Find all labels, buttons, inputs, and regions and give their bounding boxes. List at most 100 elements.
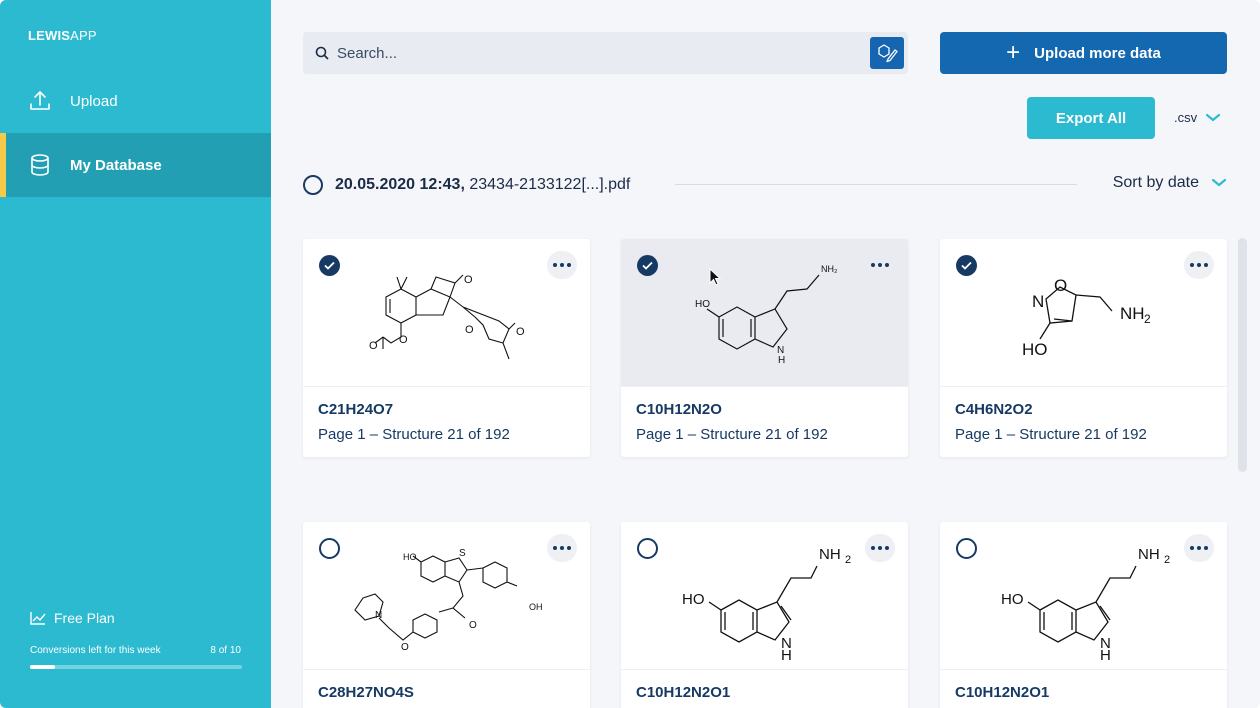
structure-formula: C10H12N2O1 <box>955 684 1050 701</box>
card-divider <box>940 386 1227 387</box>
atom-label: O <box>516 326 525 338</box>
more-options-button[interactable] <box>547 534 577 562</box>
app-logo[interactable]: LEWISAPP <box>28 28 97 43</box>
dot <box>1190 263 1194 267</box>
atom-label: H <box>1100 647 1111 664</box>
divider <box>675 184 1077 185</box>
chart-icon <box>30 612 46 625</box>
check-icon <box>324 261 335 270</box>
card-divider <box>621 386 908 387</box>
search-icon <box>315 46 329 60</box>
dot <box>1197 546 1201 550</box>
atom-label: HO <box>695 299 710 310</box>
dot <box>878 263 882 267</box>
atom-label: NH <box>1120 304 1145 323</box>
atom-label: O <box>401 642 409 653</box>
more-options-button[interactable] <box>547 251 577 279</box>
search-input[interactable] <box>337 32 857 74</box>
upload-more-data-button[interactable]: + Upload more data <box>940 32 1227 74</box>
sidebar-item-upload[interactable]: Upload <box>0 69 271 133</box>
file-timestamp: 20.05.2020 12:43, <box>335 176 465 193</box>
card-divider <box>303 669 590 670</box>
sort-dropdown[interactable]: Sort by date <box>1113 174 1227 192</box>
selected-checkbox[interactable] <box>956 255 977 276</box>
conversions-label: Conversions left for this week <box>30 645 161 656</box>
database-icon <box>31 154 49 176</box>
unselected-radio[interactable] <box>956 538 977 559</box>
structure-card[interactable]: NH 2 HO N H C10H12N2O1 <box>621 522 908 708</box>
dot <box>871 546 875 550</box>
atom-label: O <box>465 324 474 336</box>
atom-label: N <box>1032 292 1044 311</box>
sidebar-item-label: Upload <box>70 92 118 110</box>
dot <box>553 546 557 550</box>
upload-button-label: Upload more data <box>1034 44 1161 62</box>
structure-formula: C10H12N2O1 <box>636 684 731 701</box>
atom-label: HO <box>1022 340 1048 359</box>
unselected-radio[interactable] <box>319 538 340 559</box>
dot <box>1204 263 1208 267</box>
dot <box>560 546 564 550</box>
format-value: .csv <box>1174 110 1198 125</box>
sidebar-item-label: My Database <box>70 156 162 174</box>
format-dropdown[interactable]: .csv <box>1174 110 1221 125</box>
chevron-down-icon <box>1206 113 1221 121</box>
search-bar <box>303 32 908 74</box>
file-name: 20.05.2020 12:43, 23434-2133122[...].pdf <box>335 176 630 194</box>
scrollbar[interactable] <box>1238 238 1247 472</box>
selected-checkbox[interactable] <box>319 255 340 276</box>
structure-thumbnail: NH 2 HO N H <box>940 522 1227 669</box>
file-select-radio[interactable] <box>303 175 323 195</box>
structure-card[interactable]: NH 2 HO N H C10H12N2O1 <box>940 522 1227 708</box>
structure-location: Page 1 – Structure 21 of 192 <box>636 426 828 443</box>
conversions-count: 8 of 10 <box>210 645 241 656</box>
selected-checkbox[interactable] <box>637 255 658 276</box>
dot <box>885 546 889 550</box>
plan-label[interactable]: Free Plan <box>30 610 115 626</box>
mouse-cursor-icon <box>709 268 722 286</box>
more-options-button[interactable] <box>865 251 895 279</box>
atom-label: NH <box>1138 546 1160 563</box>
structure-formula: C10H12N2O <box>636 401 722 418</box>
export-all-button[interactable]: Export All <box>1027 97 1155 139</box>
card-divider <box>303 386 590 387</box>
atom-label: H <box>781 647 792 664</box>
atom-label: N <box>375 610 382 621</box>
structure-location: Page 1 – Structure 21 of 192 <box>318 426 510 443</box>
atom-label: O <box>464 274 473 286</box>
logo-light-text: APP <box>70 28 97 43</box>
atom-label: HO <box>1001 591 1024 608</box>
structure-card[interactable]: O O O O O C21H24O7 Page 1 – Structure 21… <box>303 239 590 457</box>
dot <box>560 263 564 267</box>
structure-formula: C4H6N2O2 <box>955 401 1033 418</box>
more-options-button[interactable] <box>1184 251 1214 279</box>
draw-structure-button[interactable] <box>870 37 904 69</box>
dot <box>871 263 875 267</box>
more-options-button[interactable] <box>1184 534 1214 562</box>
atom-label: NH <box>819 546 841 563</box>
check-icon <box>961 261 972 270</box>
atom-label: O <box>369 340 378 352</box>
atom-label: O <box>1054 276 1067 295</box>
atom-label: HO <box>403 552 417 562</box>
plus-icon: + <box>1006 39 1021 66</box>
sort-label: Sort by date <box>1112 174 1199 191</box>
structure-card[interactable]: NH₂ HO N H C10H12N2O Page 1 – Structure … <box>621 239 908 457</box>
atom-label: 2 <box>1144 312 1151 326</box>
structure-card[interactable]: O N NH 2 HO C4H6N2O2 Page 1 – Structure … <box>940 239 1227 457</box>
structure-card[interactable]: HO S OH N O O C28H27NO4S <box>303 522 590 708</box>
sidebar-item-my-database[interactable]: My Database <box>0 133 271 197</box>
more-options-button[interactable] <box>865 534 895 562</box>
atom-label: O <box>469 620 477 631</box>
atom-label: S <box>459 548 466 559</box>
progress-fill <box>30 665 56 669</box>
structure-thumbnail: O O O O O <box>303 239 590 386</box>
app-window: LEWISAPP Upload My Database Free Plan Co… <box>0 0 1260 708</box>
card-divider <box>940 669 1227 670</box>
dot <box>567 546 571 550</box>
unselected-radio[interactable] <box>637 538 658 559</box>
structure-formula: C28H27NO4S <box>318 684 414 701</box>
atom-label: OH <box>529 602 543 612</box>
plan-name: Free Plan <box>54 610 115 626</box>
atom-label: NH₂ <box>821 264 838 274</box>
